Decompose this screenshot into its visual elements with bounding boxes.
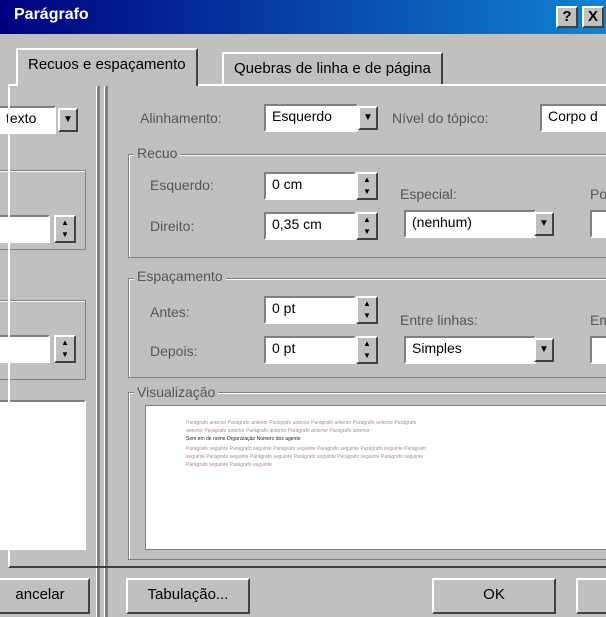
spin-up-icon: ▲ — [363, 175, 371, 184]
indent-group — [128, 154, 606, 258]
spacing-at-input[interactable] — [590, 336, 606, 364]
spacing-before-spinner[interactable]: ▲ ▼ — [356, 296, 378, 324]
title-bar[interactable] — [0, 0, 606, 34]
spacing-before-input[interactable]: 0 pt — [264, 296, 356, 324]
indent-left-label: Esquerdo: — [150, 177, 214, 193]
chevron-down-icon: ▼ — [363, 112, 373, 123]
alignment-dropdown-button[interactable]: ▼ — [358, 106, 378, 130]
preview-line: Parágrafo seguinte Parágrafo seguinte Pa… — [186, 446, 427, 452]
spin-down-icon: ▼ — [363, 187, 371, 196]
spin-down-icon: ▼ — [363, 311, 371, 320]
special-select[interactable]: (nenhum) — [404, 210, 536, 238]
preview-line: seguinte Parágrafo seguinte Parágrafo se… — [186, 454, 424, 460]
spacing-before-label: Antes: — [150, 304, 190, 320]
chevron-down-icon: ▼ — [539, 344, 549, 355]
preview-line: Parágrafo seguinte Parágrafo seguinte — [186, 462, 272, 468]
line-spacing-label: Entre linhas: — [400, 312, 478, 328]
spacing-after-spinner[interactable]: ▲ ▼ — [356, 336, 378, 364]
line-spacing-dropdown-button[interactable]: ▼ — [534, 338, 554, 362]
spacing-after-input[interactable]: 0 pt — [264, 336, 356, 364]
preview-line: Som em de nome Organização Número dos ag… — [186, 436, 301, 442]
tabs-button[interactable]: Tabulação... — [126, 578, 250, 614]
tab-indents-spacing[interactable]: Recuos e espaçamento — [16, 48, 198, 86]
cancel-button-right[interactable] — [576, 578, 606, 614]
spin-up-icon: ▲ — [363, 299, 371, 308]
cancel-button[interactable]: ancelar — [0, 578, 90, 614]
preview-box: Parágrafo anterior Parágrafo anterior Pa… — [145, 405, 606, 550]
alignment-label: Alinhamento: — [140, 110, 222, 126]
close-button[interactable]: X — [582, 6, 604, 28]
indent-left-spinner[interactable]: ▲ ▼ — [356, 172, 378, 200]
indent-right-label: Direito: — [150, 218, 195, 234]
ok-button[interactable]: OK — [432, 578, 556, 614]
chevron-down-icon: ▼ — [539, 218, 549, 229]
preview-line: anterior Parágrafo anterior Parágrafo an… — [186, 428, 370, 434]
spacing-after-label: Depois: — [150, 343, 198, 359]
window-title: Parágrafo — [14, 6, 89, 23]
line-spacing-select[interactable]: Simples — [404, 336, 536, 364]
preview-legend: Visualização — [134, 384, 219, 400]
special-label: Especial: — [400, 186, 457, 202]
spacing-at-label: Em — [590, 312, 606, 328]
indent-right-input[interactable]: 0,35 cm — [264, 212, 356, 240]
preview-line: Parágrafo anterior Parágrafo anterior Pa… — [186, 420, 417, 426]
indent-by-label: Po — [590, 186, 606, 202]
spacing-legend: Espaçamento — [134, 268, 226, 284]
indent-by-input[interactable] — [590, 210, 606, 238]
outline-level-select[interactable]: Corpo d — [540, 104, 606, 132]
spin-up-icon: ▲ — [363, 215, 371, 224]
tab-line-page-breaks[interactable]: Quebras de linha e de página — [222, 52, 443, 84]
indent-legend: Recuo — [134, 145, 181, 161]
indent-left-input[interactable]: 0 cm — [264, 172, 356, 200]
special-dropdown-button[interactable]: ▼ — [534, 212, 554, 236]
spin-down-icon: ▼ — [363, 351, 371, 360]
indent-right-spinner[interactable]: ▲ ▼ — [356, 212, 378, 240]
alignment-select[interactable]: Esquerdo — [264, 104, 358, 132]
outline-level-label: Nível do tópico: — [392, 110, 489, 126]
help-button[interactable]: ? — [556, 6, 578, 28]
spin-up-icon: ▲ — [363, 339, 371, 348]
spin-down-icon: ▼ — [363, 227, 371, 236]
